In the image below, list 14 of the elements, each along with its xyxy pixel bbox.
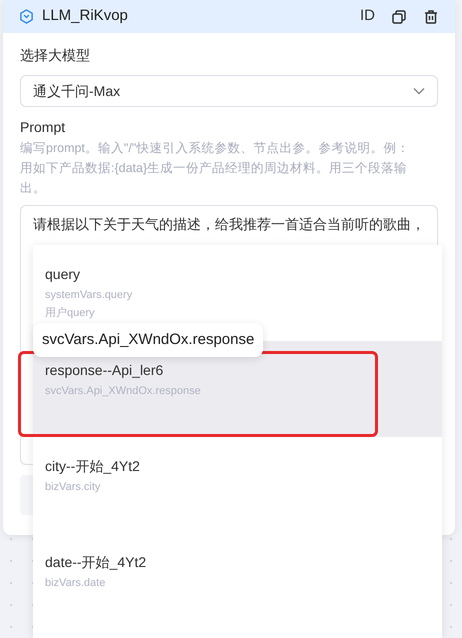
variable-name: query xyxy=(45,265,82,284)
tooltip: svcVars.Api_XWndOx.response xyxy=(33,323,264,357)
variable-path: svcVars.Api_XWndOx.response xyxy=(45,384,202,399)
variable-description: 用户query xyxy=(45,306,96,321)
variable-path: bizVars.city xyxy=(45,480,102,495)
prompt-hint: 编写prompt。输入"/"快速引入系统参数、节点出参。参考说明。例：用如下产品数据:{data}生成一份产品经理的周边材料。用三个段落输出。 xyxy=(20,140,410,197)
node-title: LLM_RiKvop xyxy=(42,6,129,26)
field-label: Prompt xyxy=(20,118,66,137)
variable-name: date--开始_4Yt2 xyxy=(45,553,148,572)
field-label: 选择大模型 xyxy=(20,46,91,65)
variable-path: bizVars.date xyxy=(45,576,106,591)
variable-name: response--Api_ler6 xyxy=(45,361,164,380)
variable-path: systemVars.query xyxy=(45,288,134,303)
variable-name: city--开始_4Yt2 xyxy=(45,457,141,476)
